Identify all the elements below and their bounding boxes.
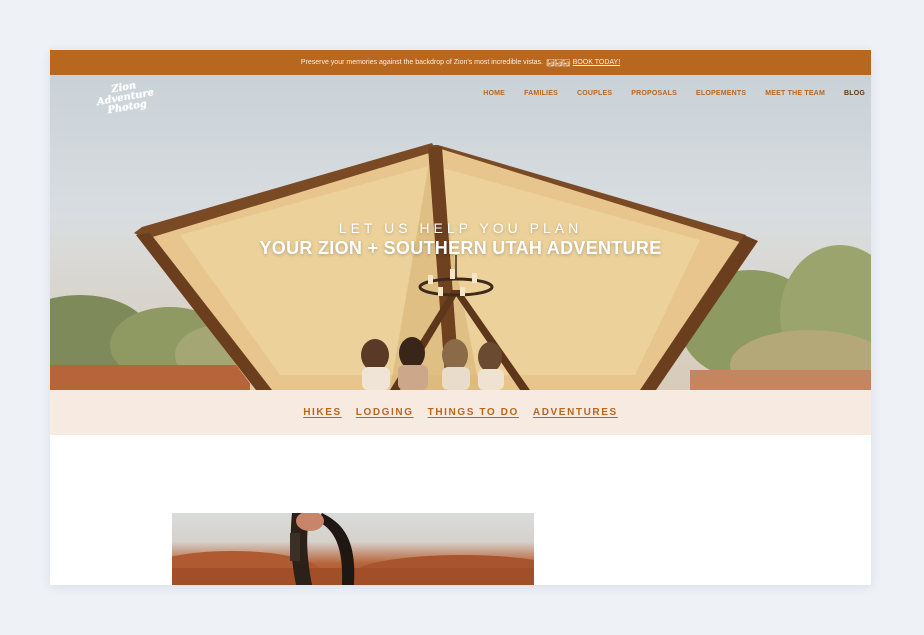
nav-proposals[interactable]: PROPOSALS xyxy=(631,90,677,97)
desert-emoji-icons: 🏜🏜🏜 xyxy=(546,59,571,67)
category-things-to-do[interactable]: THINGS TO DO xyxy=(428,407,519,418)
category-hikes[interactable]: HIKES xyxy=(303,407,342,418)
category-adventures[interactable]: ADVENTURES xyxy=(533,407,618,418)
hero-subtitle: LET US HELP YOU PLAN xyxy=(338,220,583,236)
featured-photo[interactable] xyxy=(172,513,534,585)
hero-banner: Zion Adventure Photog HOME FAMILIES COUP… xyxy=(50,75,871,390)
category-lodging[interactable]: LODGING xyxy=(356,407,414,418)
book-today-link[interactable]: BOOK TODAY! xyxy=(573,59,620,66)
announcement-text: Preserve your memories against the backd… xyxy=(300,59,544,66)
main-navigation: HOME FAMILIES COUPLES PROPOSALS ELOPEMEN… xyxy=(483,90,865,97)
hero-heading: LET US HELP YOU PLAN YOUR ZION + SOUTHER… xyxy=(50,220,871,259)
nav-elopements[interactable]: ELOPEMENTS xyxy=(696,90,746,97)
hero-title: YOUR ZION + SOUTHERN UTAH ADVENTURE xyxy=(259,238,662,258)
category-bar: HIKES LODGING THINGS TO DO ADVENTURES xyxy=(50,390,871,435)
nav-couples[interactable]: COUPLES xyxy=(577,90,612,97)
nav-home[interactable]: HOME xyxy=(483,90,505,97)
browser-page: Preserve your memories against the backd… xyxy=(50,50,871,585)
nav-families[interactable]: FAMILIES xyxy=(524,90,558,97)
camera-strap-photo xyxy=(172,513,534,585)
announcement-bar: Preserve your memories against the backd… xyxy=(50,50,871,75)
nav-meet-the-team[interactable]: MEET THE TEAM xyxy=(765,90,825,97)
nav-blog[interactable]: BLOG xyxy=(844,90,865,97)
